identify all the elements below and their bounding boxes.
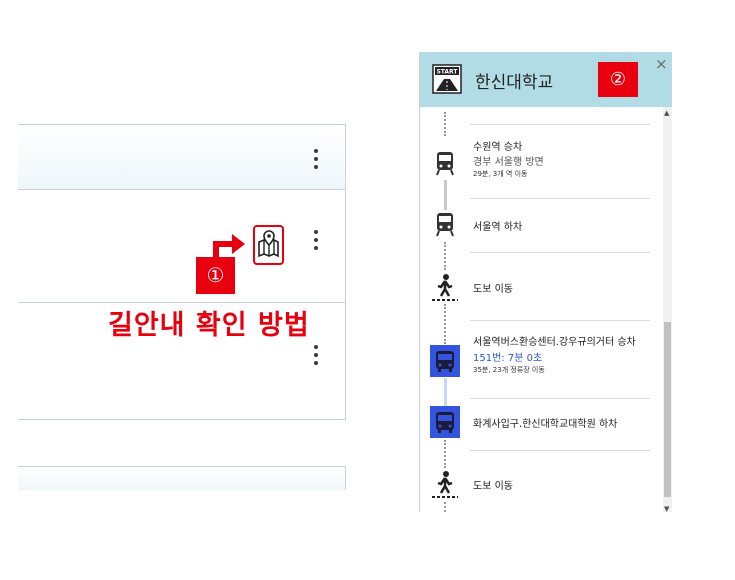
route-card-header [18, 124, 346, 190]
scroll-up-arrow-icon[interactable]: ▲ [664, 109, 669, 117]
step-divider [470, 252, 650, 253]
step-divider [470, 398, 650, 399]
step-title: 서울역버스환승센터.강우규의거터 승차 [473, 337, 636, 348]
marker-2: ② [598, 62, 638, 97]
step-title: 화계사입구.한신대학교대학원 하차 [473, 419, 618, 430]
bus-icon [430, 345, 460, 377]
route-panel: START 한신대학교 ② × ▲ ▼ 수원역 승차 경부 서울행 방면 29분… [419, 52, 672, 512]
step-divider [470, 198, 650, 199]
map-route-button[interactable] [253, 225, 284, 265]
route-connector [444, 378, 447, 408]
walk-icon [432, 471, 458, 498]
start-icon: START [432, 64, 462, 94]
howto-label: 길안내 확인 방법 [108, 310, 310, 341]
walk-icon [432, 274, 458, 301]
route-panel-header: START 한신대학교 ② × [420, 52, 672, 107]
step-subtitle: 151번: 7분 0초 [473, 353, 543, 364]
step-subtitle: 경부 서울행 방면 [473, 157, 544, 168]
kebab-menu-icon[interactable] [314, 230, 318, 254]
route-connector [444, 502, 448, 512]
train-icon [436, 152, 454, 176]
route-connector [444, 180, 447, 210]
marker-1: ① [196, 257, 235, 294]
route-connector [444, 112, 448, 136]
step-title: 도보 이동 [473, 284, 513, 295]
start-icon-label: START [436, 69, 458, 76]
kebab-menu-icon[interactable] [314, 149, 318, 173]
scrollbar-thumb[interactable] [664, 322, 671, 497]
scroll-down-arrow-icon[interactable]: ▼ [664, 505, 669, 512]
step-title: 수원역 승차 [473, 142, 523, 153]
route-connector [444, 440, 448, 468]
step-divider [470, 124, 650, 125]
train-icon [436, 213, 454, 237]
bus-icon [430, 406, 460, 438]
step-divider [470, 450, 650, 451]
step-info: 29분, 3개 역 이동 [473, 170, 528, 178]
route-connector [444, 304, 448, 344]
panel-scrollbar[interactable]: ▲ ▼ [663, 107, 672, 512]
route-card [18, 190, 346, 303]
kebab-menu-icon[interactable] [314, 345, 318, 369]
close-button[interactable]: × [655, 55, 668, 73]
route-card [18, 466, 346, 490]
map-route-icon [258, 230, 279, 258]
step-title: 서울역 하차 [473, 222, 523, 233]
destination-title: 한신대학교 [475, 73, 554, 93]
route-connector [444, 242, 448, 270]
step-divider [470, 320, 650, 321]
step-title: 도보 이동 [473, 481, 513, 492]
step-info: 35분, 23개 정류장 이동 [473, 366, 545, 374]
